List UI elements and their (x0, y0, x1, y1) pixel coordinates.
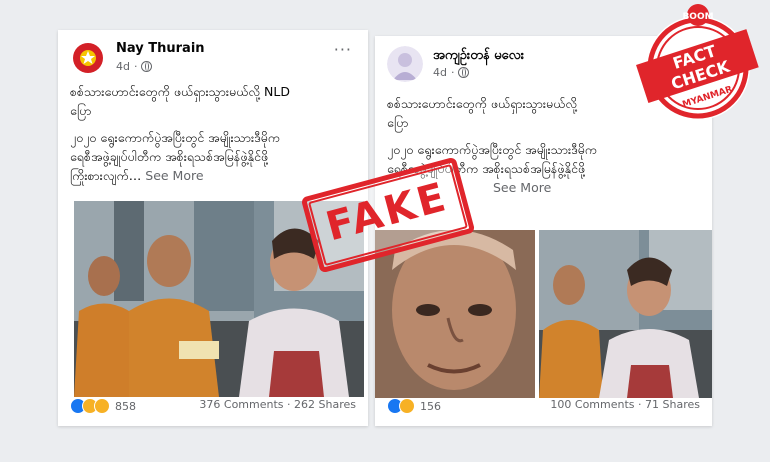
post-text-line: ရေစီအဖွဲ့ချုပ်ပါတီက အစိုးရသစ်အမြန်ဖွဲ့နိ… (70, 149, 269, 164)
post-username[interactable]: အကျဉ်းတန် မလေး (433, 47, 524, 66)
globe-icon (458, 67, 470, 78)
post-footer: 858 376 Comments · 262 Shares (70, 398, 356, 416)
haha-reaction-icon (399, 398, 415, 414)
post-text-line: ၂၀၂၀ ရွေးကောက်ပွဲအပြီးတွင် အမျိုးသားဒီမိ… (70, 130, 281, 145)
profile-avatar[interactable] (387, 46, 423, 82)
post-text-line: ကြိုးစားလျက်… (70, 168, 142, 183)
shares-count[interactable]: 262 Shares (294, 398, 356, 411)
comments-shares: 100 Comments · 71 Shares (550, 398, 700, 411)
post-time[interactable]: 4d (433, 66, 447, 79)
comments-count[interactable]: 100 Comments (550, 398, 634, 411)
badge-boom-text: BOOM (682, 12, 713, 22)
post-text-line: စစ်သားဟောင်းတွေကို ဖယ်ရှားသွားမယ်လို့ NL… (70, 84, 290, 99)
reactions[interactable]: 156 (387, 398, 441, 414)
post-footer: 156 100 Comments · 71 Shares (387, 398, 700, 416)
reaction-count: 156 (420, 399, 441, 413)
nld-logo-avatar[interactable] (70, 40, 106, 76)
wow-reaction-icon (94, 398, 110, 414)
post-header: Nay Thurain 4d · ··· (70, 38, 356, 78)
post-text-line: ၂၀၂၀ ရွေးကောက်ပွဲအပြီးတွင် အမျိုးသားဒီမိ… (387, 142, 598, 157)
boom-fact-check-badge: BOOM FACT CHECK MYANMAR (636, 4, 759, 120)
see-more-link[interactable]: See More (145, 168, 203, 183)
post-text-line: ပြော (70, 103, 92, 118)
reaction-count: 858 (115, 399, 136, 413)
post-photo-right[interactable] (539, 230, 712, 398)
post-username[interactable]: Nay Thurain (116, 41, 205, 56)
comments-count[interactable]: 376 Comments (199, 398, 283, 411)
more-options-icon[interactable]: ··· (334, 40, 352, 59)
comments-shares: 376 Comments · 262 Shares (199, 398, 356, 411)
post-text: စစ်သားဟောင်းတွေကို ဖယ်ရှားသွားမယ်လို့ NL… (70, 82, 356, 185)
see-more-link[interactable]: See More (493, 180, 551, 195)
post-time[interactable]: 4d (116, 60, 130, 73)
globe-icon (141, 61, 153, 72)
post-meta: 4d · (433, 66, 470, 79)
post-meta: 4d · (116, 60, 153, 73)
post-photo-left[interactable] (375, 230, 535, 398)
shares-count[interactable]: 71 Shares (645, 398, 700, 411)
reactions[interactable]: 858 (70, 398, 136, 414)
